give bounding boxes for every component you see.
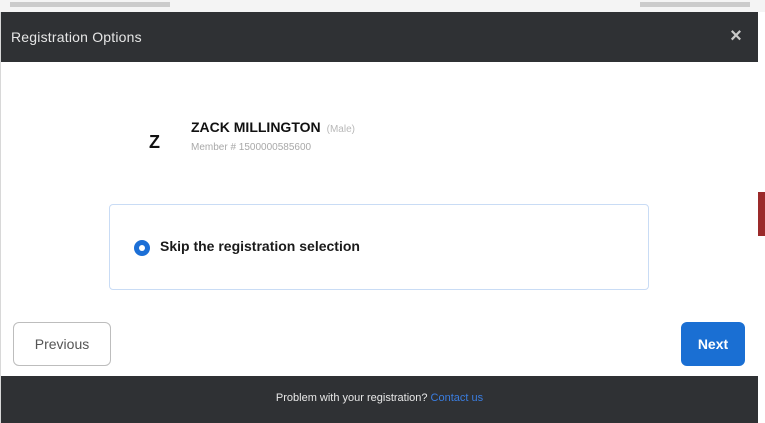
previous-button[interactable]: Previous bbox=[13, 322, 111, 366]
option-label[interactable]: Skip the registration selection bbox=[160, 238, 360, 254]
background-page-strip bbox=[0, 0, 765, 12]
radio-selected-icon[interactable] bbox=[134, 240, 150, 256]
avatar: Z bbox=[149, 132, 160, 152]
modal-header: Registration Options × bbox=[1, 12, 758, 62]
background-blur-left bbox=[10, 2, 170, 7]
footer-message: Problem with your registration? bbox=[275, 392, 428, 404]
close-icon[interactable]: × bbox=[724, 24, 748, 48]
registration-option-card[interactable]: Skip the registration selection bbox=[109, 204, 649, 290]
member-name: ZACK MILLINGTON bbox=[191, 119, 321, 135]
member-number: Member # 1500000585600 bbox=[191, 142, 312, 153]
member-gender-tag: (Male) bbox=[326, 124, 355, 135]
footer-help-text: Problem with your registration? Contact u… bbox=[1, 392, 758, 404]
contact-us-link[interactable]: Contact us bbox=[431, 392, 484, 404]
modal-footer: Problem with your registration? Contact u… bbox=[1, 376, 758, 423]
background-blur-right bbox=[640, 2, 750, 7]
member-name-row: ZACK MILLINGTON (Male) bbox=[191, 119, 355, 135]
background-edge-marker bbox=[758, 192, 765, 236]
modal-title: Registration Options bbox=[11, 29, 142, 45]
next-button[interactable]: Next bbox=[681, 322, 745, 366]
registration-options-modal: Registration Options × Z ZACK MILLINGTON… bbox=[0, 12, 758, 423]
